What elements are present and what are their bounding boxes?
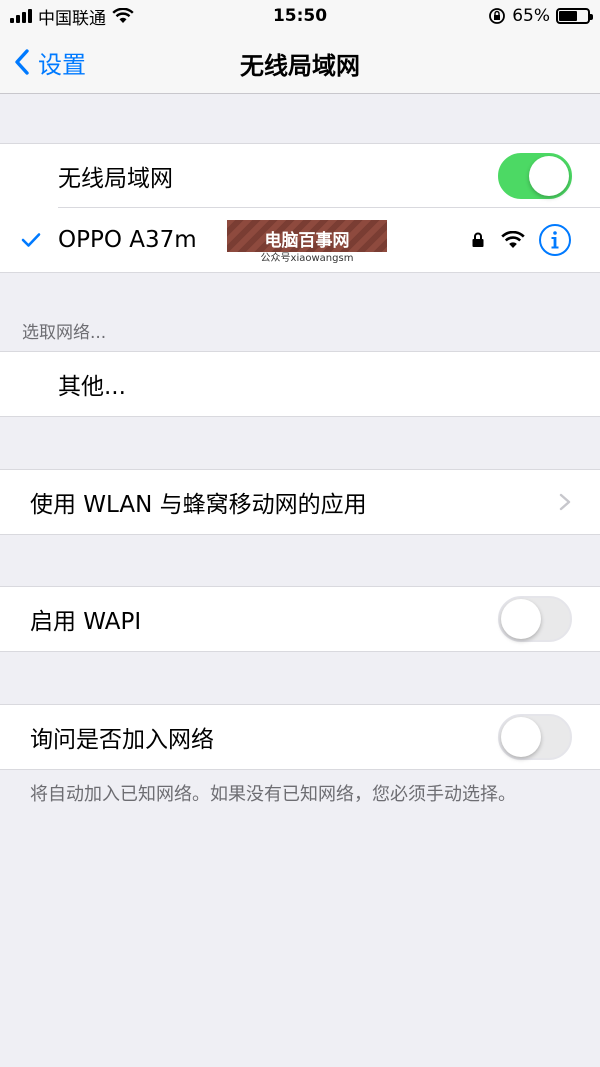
lock-icon [472, 232, 484, 247]
watermark-title: 电脑百事网 [264, 231, 350, 251]
ask-join-label: 询问是否加入网络 [30, 727, 214, 753]
rotation-lock-icon [489, 8, 506, 24]
cellular-signal-icon [10, 9, 32, 23]
battery-icon [556, 8, 593, 24]
wifi-toggle-label: 无线局域网 [58, 166, 173, 192]
status-bar: 中国联通 15:50 65% [0, 0, 600, 32]
other-network-label: 其他... [58, 374, 126, 400]
battery-percent: 65% [512, 6, 550, 26]
carrier-label: 中国联通 [38, 8, 106, 29]
wlan-apps-label: 使用 WLAN 与蜂窝移动网的应用 [30, 492, 367, 518]
info-icon[interactable] [538, 223, 572, 257]
watermark-subtitle: 公众号xiaowangsm [227, 252, 387, 266]
other-network-row[interactable]: 其他... [0, 352, 600, 416]
ask-join-toggle[interactable] [498, 714, 572, 760]
checkmark-icon [21, 233, 41, 247]
wlan-apps-group: 使用 WLAN 与蜂窝移动网的应用 [0, 469, 600, 535]
wapi-toggle[interactable] [498, 596, 572, 642]
wifi-icon [112, 8, 134, 23]
wapi-group: 启用 WAPI [0, 586, 600, 652]
ask-join-group: 询问是否加入网络 [0, 704, 600, 770]
chevron-right-icon [559, 493, 571, 511]
ask-join-row: 询问是否加入网络 [0, 705, 600, 769]
wifi-toggle-row: 无线局域网 [0, 144, 600, 208]
choose-network-header: 选取网络... [22, 323, 107, 343]
status-left: 中国联通 [10, 4, 134, 29]
navigation-bar: 设置 无线局域网 [0, 32, 600, 94]
wlan-apps-row[interactable]: 使用 WLAN 与蜂窝移动网的应用 [0, 470, 600, 534]
wapi-label: 启用 WAPI [30, 609, 142, 635]
connected-network-name: OPPO A37m [58, 227, 197, 253]
page-title: 无线局域网 [240, 52, 360, 80]
wifi-strength-icon [501, 231, 525, 248]
other-network-group: 其他... [0, 351, 600, 417]
watermark-logo: 电脑百事网 公众号xiaowangsm [227, 220, 387, 266]
wifi-toggle[interactable] [498, 153, 572, 199]
status-right: 65% [488, 6, 593, 26]
ask-join-footer: 将自动加入已知网络。如果没有已知网络，您必须手动选择。 [30, 784, 516, 805]
wapi-row: 启用 WAPI [0, 587, 600, 651]
